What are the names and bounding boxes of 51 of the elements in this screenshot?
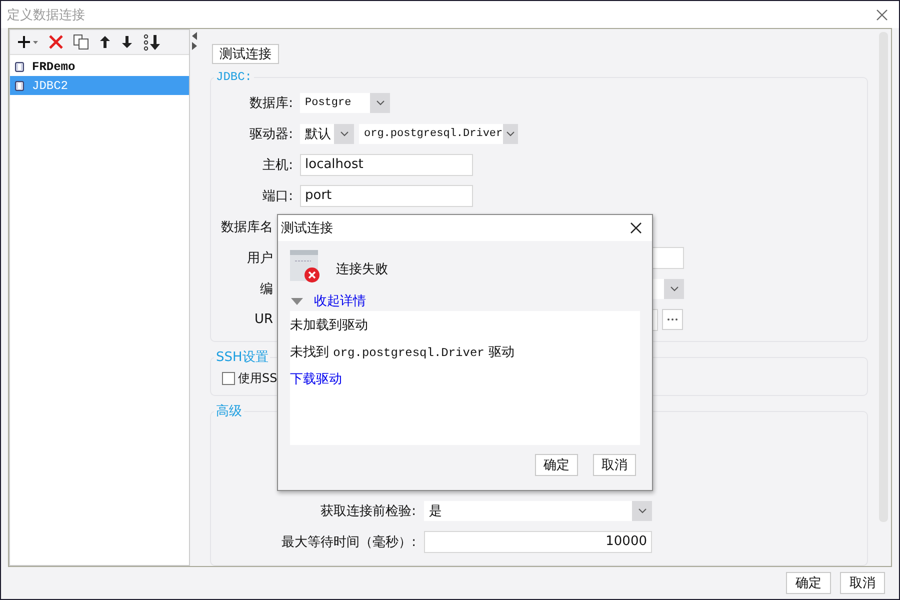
chevron-down-icon	[638, 508, 646, 514]
window-title: 定义数据连接	[7, 6, 85, 24]
delete-icon[interactable]	[49, 35, 63, 49]
dialog-button[interactable]: 确定	[786, 572, 831, 594]
checkbox-label: 使用SS	[238, 370, 278, 387]
details-toggle-link[interactable]: 收起详情	[314, 292, 366, 310]
field-label: 数据库名	[220, 218, 273, 236]
chevron-down-icon	[670, 286, 678, 292]
field-label: UR	[253, 312, 273, 327]
dialog-button[interactable]: 取消	[840, 572, 885, 594]
test-connection-button[interactable]: 测试连接	[212, 44, 279, 64]
group-title: 高级	[215, 403, 243, 420]
driver-dropdown[interactable]: org.postgresql.Driver	[359, 124, 518, 144]
group-title: SSH设置	[215, 349, 270, 366]
chevron-down-icon	[506, 130, 515, 136]
database-dropdown[interactable]: Postgre	[300, 92, 390, 112]
status-message: 连接失败	[336, 260, 388, 278]
arrow-down-icon[interactable]	[121, 35, 133, 49]
field-label: 编	[259, 280, 273, 298]
error-detail: 未加载到驱动	[290, 317, 368, 333]
field-label: 获取连接前检验:	[320, 502, 416, 520]
arrow-up-icon[interactable]	[99, 35, 111, 49]
collapse-triangle-icon[interactable]	[291, 298, 303, 304]
connection-item[interactable]: FRDemo	[10, 57, 189, 76]
validate-dropdown[interactable]: 是	[424, 500, 652, 520]
connection-error-icon	[290, 250, 320, 283]
number-field[interactable]: 10000	[424, 530, 652, 552]
field-label: 数据库:	[248, 94, 293, 112]
text-field[interactable]: port	[300, 184, 473, 206]
error-detail: 未找到 org.postgresql.Driver 驱动	[290, 344, 515, 360]
field-label: 用户	[246, 250, 273, 266]
dialog-title: 测试连接	[281, 220, 333, 237]
more-button[interactable]	[662, 309, 683, 330]
field-label: 最大等待时间（毫秒）:	[280, 534, 416, 550]
download-driver-link[interactable]: 下载驱动	[290, 370, 342, 387]
field-label: 主机:	[262, 156, 293, 174]
chevron-down-icon	[340, 130, 348, 136]
dialog-button[interactable]: 确定	[535, 454, 578, 476]
field-label: 端口:	[262, 188, 293, 204]
driver-mode-dropdown[interactable]: 默认	[300, 124, 354, 144]
move-bottom-icon[interactable]	[143, 34, 161, 50]
text-field[interactable]: localhost	[300, 154, 473, 176]
more-icon	[667, 318, 678, 321]
dialog-button[interactable]: 取消	[593, 454, 636, 476]
field-label: 驱动器:	[248, 126, 293, 142]
copy-icon[interactable]	[73, 34, 89, 50]
group-title: JDBC:	[215, 70, 254, 84]
close-icon[interactable]	[630, 222, 642, 234]
add-icon[interactable]	[17, 35, 39, 49]
chevron-down-icon	[376, 100, 384, 106]
checkbox[interactable]	[222, 372, 235, 385]
